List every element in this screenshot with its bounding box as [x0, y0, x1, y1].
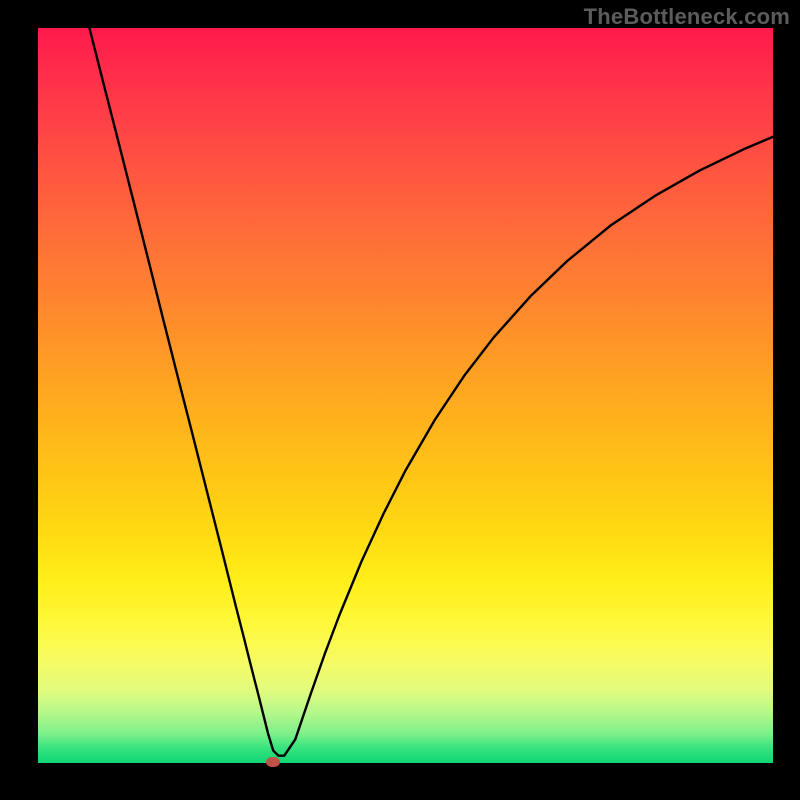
- optimum-marker: [266, 757, 280, 767]
- watermark-source: TheBottleneck.com: [584, 4, 790, 30]
- plot-area: [38, 28, 773, 763]
- bottleneck-curve: [38, 28, 773, 763]
- chart-frame: TheBottleneck.com: [0, 0, 800, 800]
